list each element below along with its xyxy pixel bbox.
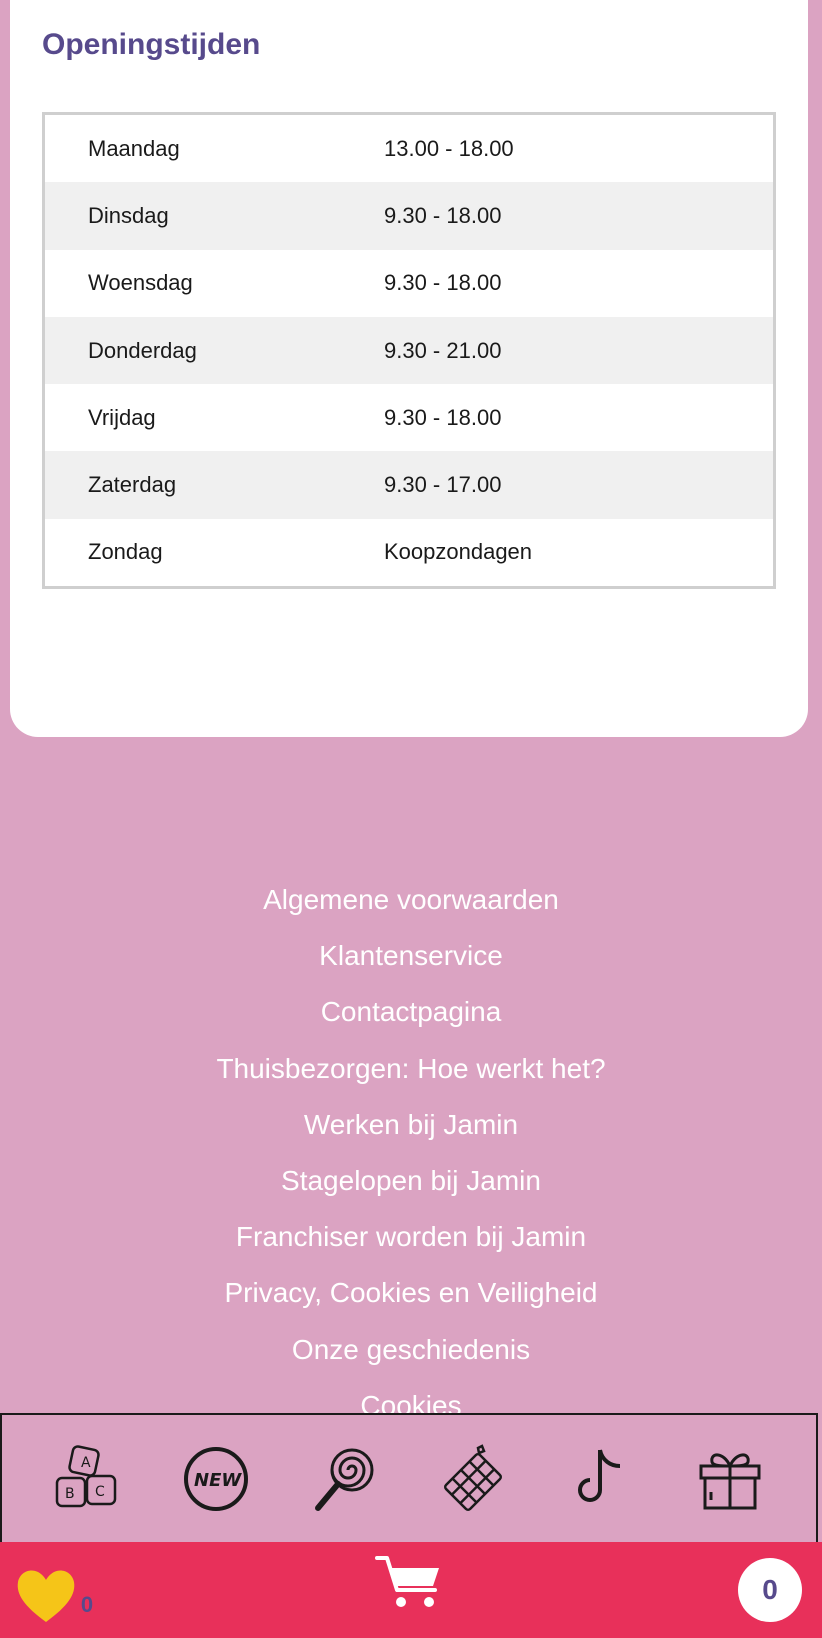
- hours-day: Woensdag: [88, 270, 193, 296]
- footer-link-werken-bij-jamin[interactable]: Werken bij Jamin: [0, 1097, 822, 1153]
- footer-link-privacy[interactable]: Privacy, Cookies en Veiligheid: [0, 1265, 822, 1321]
- svg-text:A: A: [81, 1455, 91, 1471]
- hours-time: 9.30 - 18.00: [384, 270, 502, 296]
- hours-day: Donderdag: [88, 337, 197, 363]
- cart-count-badge[interactable]: 0: [738, 1558, 802, 1622]
- chocolate-icon[interactable]: [437, 1443, 509, 1515]
- hours-day: Zaterdag: [88, 472, 177, 498]
- footer-link-geschiedenis[interactable]: Onze geschiedenis: [0, 1322, 822, 1378]
- opening-hours-card: Openingstijden Maandag 13.00 - 18.00 Din…: [10, 0, 808, 737]
- svg-text:C: C: [95, 1484, 105, 1500]
- favorites-count: 0: [80, 1592, 94, 1617]
- hours-row: Zondag Koopzondagen: [45, 519, 773, 586]
- heart-icon: [17, 1570, 75, 1622]
- svg-text:NEW: NEW: [194, 1470, 242, 1491]
- footer-link-franchiser[interactable]: Franchiser worden bij Jamin: [0, 1209, 822, 1265]
- lollipop-icon[interactable]: [309, 1443, 381, 1515]
- abc-blocks-icon[interactable]: A B C: [52, 1443, 124, 1515]
- hours-time: 13.00 - 18.00: [384, 135, 514, 161]
- hours-time: Koopzondagen: [384, 539, 533, 565]
- hours-row: Donderdag 9.30 - 21.00: [45, 316, 773, 385]
- hours-time: 9.30 - 17.00: [384, 472, 502, 498]
- footer-link-stagelopen[interactable]: Stagelopen bij Jamin: [0, 1153, 822, 1209]
- footer-link-klantenservice[interactable]: Klantenservice: [0, 928, 822, 984]
- hours-day: Maandag: [88, 135, 180, 161]
- hours-row: Zaterdag 9.30 - 17.00: [45, 451, 773, 519]
- hours-time: 9.30 - 21.00: [384, 337, 502, 363]
- shopping-cart-icon: [375, 1556, 439, 1607]
- cart-button[interactable]: [373, 1552, 445, 1612]
- section-title: Openingstijden: [42, 28, 261, 61]
- tiktok-icon[interactable]: [565, 1443, 637, 1515]
- footer-link-algemene-voorwaarden[interactable]: Algemene voorwaarden: [0, 872, 822, 928]
- footer-links: Algemene voorwaarden Klantenservice Cont…: [0, 872, 822, 1434]
- hours-time: 9.30 - 18.00: [384, 202, 502, 228]
- hours-time: 9.30 - 18.00: [384, 404, 502, 430]
- hours-day: Zondag: [88, 539, 163, 565]
- svg-text:B: B: [65, 1486, 75, 1502]
- footer-link-thuisbezorgen[interactable]: Thuisbezorgen: Hoe werkt het?: [0, 1041, 822, 1097]
- category-bar: A B C NEW: [0, 1413, 818, 1543]
- hours-day: Dinsdag: [88, 202, 169, 228]
- hours-day: Vrijdag: [88, 404, 156, 430]
- hours-row: Woensdag 9.30 - 18.00: [45, 250, 773, 317]
- hours-row: Maandag 13.00 - 18.00: [45, 115, 773, 182]
- new-badge-icon[interactable]: NEW: [180, 1443, 252, 1515]
- hours-row: Dinsdag 9.30 - 18.00: [45, 182, 773, 250]
- footer-link-contactpagina[interactable]: Contactpagina: [0, 984, 822, 1040]
- opening-hours-table: Maandag 13.00 - 18.00 Dinsdag 9.30 - 18.…: [42, 112, 776, 590]
- gift-icon[interactable]: [694, 1443, 766, 1515]
- favorites-button[interactable]: 0: [14, 1564, 94, 1634]
- hours-row: Vrijdag 9.30 - 18.00: [45, 384, 773, 451]
- bottom-action-bar: 0 0: [0, 1542, 822, 1638]
